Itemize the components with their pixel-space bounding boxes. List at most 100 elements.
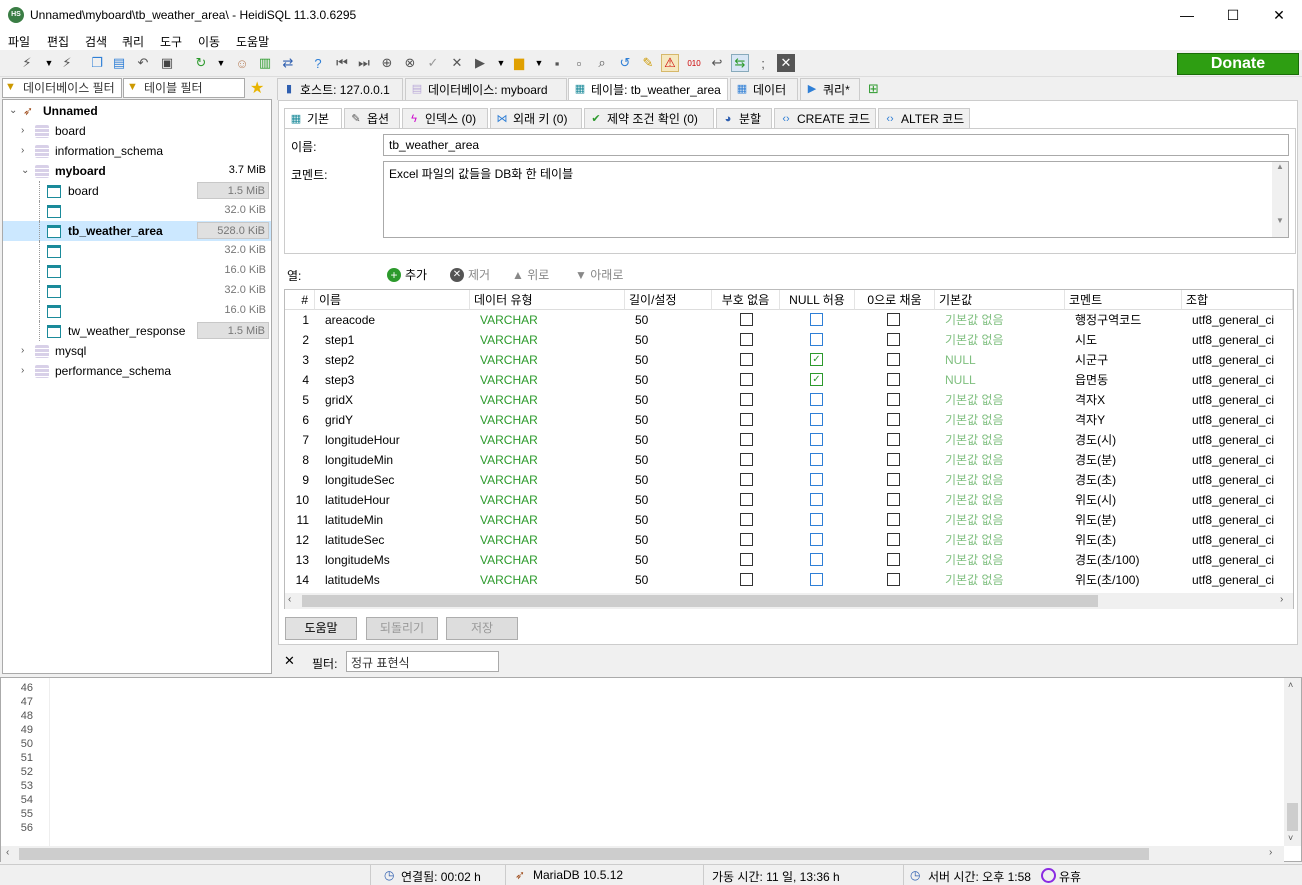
menu-edit[interactable]: 편집 xyxy=(47,33,69,50)
column-name-cell[interactable]: step1 xyxy=(320,330,470,350)
column-type-cell[interactable]: VARCHAR xyxy=(475,390,625,410)
undo-icon[interactable]: ↶ xyxy=(134,54,152,72)
column-collation-cell[interactable]: utf8_general_ci xyxy=(1187,330,1291,350)
zerofill-checkbox[interactable] xyxy=(887,533,900,546)
chevron-right-icon[interactable]: › xyxy=(21,121,31,141)
chevron-down-icon[interactable]: ⌄ xyxy=(21,161,31,181)
tree-item-table[interactable]: 16.0 KiB xyxy=(3,261,271,281)
scroll-down-icon[interactable]: ˅ xyxy=(1288,833,1293,843)
column-default-cell[interactable]: 기본값 없음 xyxy=(940,470,1065,490)
column-length-cell[interactable]: 50 xyxy=(630,550,710,570)
column-length-cell[interactable]: 50 xyxy=(630,570,710,590)
column-comment-cell[interactable]: 격자X xyxy=(1070,390,1182,410)
user-manager-icon[interactable]: ☺ xyxy=(233,54,251,72)
column-length-cell[interactable]: 50 xyxy=(630,350,710,370)
add-icon[interactable]: ⊕ xyxy=(378,54,396,72)
favorite-star-icon[interactable]: ★ xyxy=(250,78,264,98)
delete-icon[interactable]: ⊗ xyxy=(401,54,419,72)
unsigned-checkbox[interactable] xyxy=(740,553,753,566)
unsigned-checkbox[interactable] xyxy=(740,353,753,366)
column-collation-cell[interactable]: utf8_general_ci xyxy=(1187,550,1291,570)
scroll-left-icon[interactable]: ‹ xyxy=(288,594,291,605)
allow-null-checkbox[interactable] xyxy=(810,333,823,346)
zerofill-checkbox[interactable] xyxy=(887,413,900,426)
table-row[interactable]: 2 step1 VARCHAR 50 기본값 없음 시도 utf8_general_ci xyxy=(285,330,1293,350)
tab-host[interactable]: ▮ 호스트: 127.0.0.1 xyxy=(277,78,403,100)
export-icon[interactable]: ▥ xyxy=(256,54,274,72)
grid-header-cell[interactable]: 조합 xyxy=(1182,290,1293,310)
unsigned-checkbox[interactable] xyxy=(740,573,753,586)
column-length-cell[interactable]: 50 xyxy=(630,330,710,350)
sql-log-editor[interactable]: 46 47 48 49 50 51 52 53 54 55 56 ˄ ˅ ‹ › xyxy=(0,677,1302,862)
column-type-cell[interactable]: VARCHAR xyxy=(475,350,625,370)
column-comment-cell[interactable]: 읍면동 xyxy=(1070,370,1182,390)
column-type-cell[interactable]: VARCHAR xyxy=(475,370,625,390)
zerofill-checkbox[interactable] xyxy=(887,493,900,506)
column-collation-cell[interactable]: utf8_general_ci xyxy=(1187,390,1291,410)
scroll-thumb[interactable] xyxy=(1287,803,1298,831)
column-comment-cell[interactable]: 위도(분) xyxy=(1070,510,1182,530)
tree-item-database[interactable]: › mysql xyxy=(3,341,271,361)
column-length-cell[interactable]: 50 xyxy=(630,430,710,450)
column-comment-cell[interactable]: 위도(시) xyxy=(1070,490,1182,510)
column-comment-cell[interactable]: 경도(초) xyxy=(1070,470,1182,490)
table-row[interactable]: 3 step2 VARCHAR 50 ✓ NULL 시군구 utf8_general_ci xyxy=(285,350,1293,370)
allow-null-checkbox[interactable] xyxy=(810,573,823,586)
first-icon[interactable]: ⏮ xyxy=(333,54,351,72)
minimize-button[interactable]: — xyxy=(1164,0,1210,30)
column-type-cell[interactable]: VARCHAR xyxy=(475,430,625,450)
column-default-cell[interactable]: 기본값 없음 xyxy=(940,330,1065,350)
unsigned-checkbox[interactable] xyxy=(740,493,753,506)
column-type-cell[interactable]: VARCHAR xyxy=(475,530,625,550)
column-default-cell[interactable]: 기본값 없음 xyxy=(940,450,1065,470)
allow-null-checkbox[interactable]: ✓ xyxy=(810,353,823,366)
revert-button[interactable]: 되돌리기 xyxy=(366,617,438,640)
editor-horizontal-scrollbar[interactable]: ‹ › xyxy=(1,846,1284,862)
menu-query[interactable]: 쿼리 xyxy=(122,33,144,50)
column-comment-cell[interactable]: 위도(초/100) xyxy=(1070,570,1182,590)
add-column-button[interactable]: + 추가 xyxy=(387,266,427,283)
new-query-tab-icon[interactable]: ⊞ xyxy=(868,81,879,97)
column-collation-cell[interactable]: utf8_general_ci xyxy=(1187,410,1291,430)
menu-file[interactable]: 파일 xyxy=(8,33,30,50)
tab-check-constraints[interactable]: ✔ 제약 조건 확인 (0) xyxy=(584,108,714,128)
tree-item-table[interactable]: board 1.5 MiB xyxy=(3,181,271,201)
table-row[interactable]: 11 latitudeMin VARCHAR 50 기본값 없음 위도(분) utf8_ge… xyxy=(285,510,1293,530)
zerofill-checkbox[interactable] xyxy=(887,313,900,326)
column-name-cell[interactable]: longitudeSec xyxy=(320,470,470,490)
column-length-cell[interactable]: 50 xyxy=(630,530,710,550)
tree-item-database[interactable]: › board xyxy=(3,121,271,141)
last-icon[interactable]: ⏭ xyxy=(355,54,373,72)
post-icon[interactable]: ✓ xyxy=(424,54,442,72)
allow-null-checkbox[interactable] xyxy=(810,553,823,566)
allow-null-checkbox[interactable] xyxy=(810,433,823,446)
column-collation-cell[interactable]: utf8_general_ci xyxy=(1187,570,1291,590)
chevron-right-icon[interactable]: › xyxy=(21,341,31,361)
column-collation-cell[interactable]: utf8_general_ci xyxy=(1187,530,1291,550)
column-name-cell[interactable]: latitudeMs xyxy=(320,570,470,590)
column-name-cell[interactable]: longitudeHour xyxy=(320,430,470,450)
table-row[interactable]: 8 longitudeMin VARCHAR 50 기본값 없음 경도(분) utf8_ge… xyxy=(285,450,1293,470)
column-type-cell[interactable]: VARCHAR xyxy=(475,490,625,510)
connect-icon[interactable]: ⚡ xyxy=(18,54,36,72)
zerofill-checkbox[interactable] xyxy=(887,353,900,366)
refresh-dropdown-icon[interactable]: ▼ xyxy=(212,54,230,72)
unsigned-checkbox[interactable] xyxy=(740,473,753,486)
comment-scrollbar[interactable]: ▲ ▼ xyxy=(1272,162,1288,237)
tree-item-table[interactable]: 32.0 KiB xyxy=(3,281,271,301)
tree-root[interactable]: ⌄ ➶ Unnamed xyxy=(3,101,271,121)
table-comment-textarea[interactable]: Excel 파일의 값들을 DB화 한 테이블 xyxy=(383,161,1289,238)
zerofill-checkbox[interactable] xyxy=(887,453,900,466)
table-row[interactable]: 9 longitudeSec VARCHAR 50 기본값 없음 경도(초) utf8_ge… xyxy=(285,470,1293,490)
tree-item-database[interactable]: ⌄ myboard 3.7 MiB xyxy=(3,161,271,181)
tab-partitions[interactable]: ◕ 분할 xyxy=(716,108,772,128)
grid-header-cell[interactable]: 0으로 채움 xyxy=(855,290,935,310)
column-collation-cell[interactable]: utf8_general_ci xyxy=(1187,470,1291,490)
scroll-up-icon[interactable]: ˄ xyxy=(1288,680,1293,690)
move-up-button[interactable]: ▲ 위로 xyxy=(512,266,549,283)
sync-icon[interactable]: ⇆ xyxy=(731,54,749,72)
tab-basic[interactable]: ▦ 기본 xyxy=(284,108,342,129)
column-default-cell[interactable]: 기본값 없음 xyxy=(940,510,1065,530)
column-length-cell[interactable]: 50 xyxy=(630,470,710,490)
column-collation-cell[interactable]: utf8_general_ci xyxy=(1187,370,1291,390)
